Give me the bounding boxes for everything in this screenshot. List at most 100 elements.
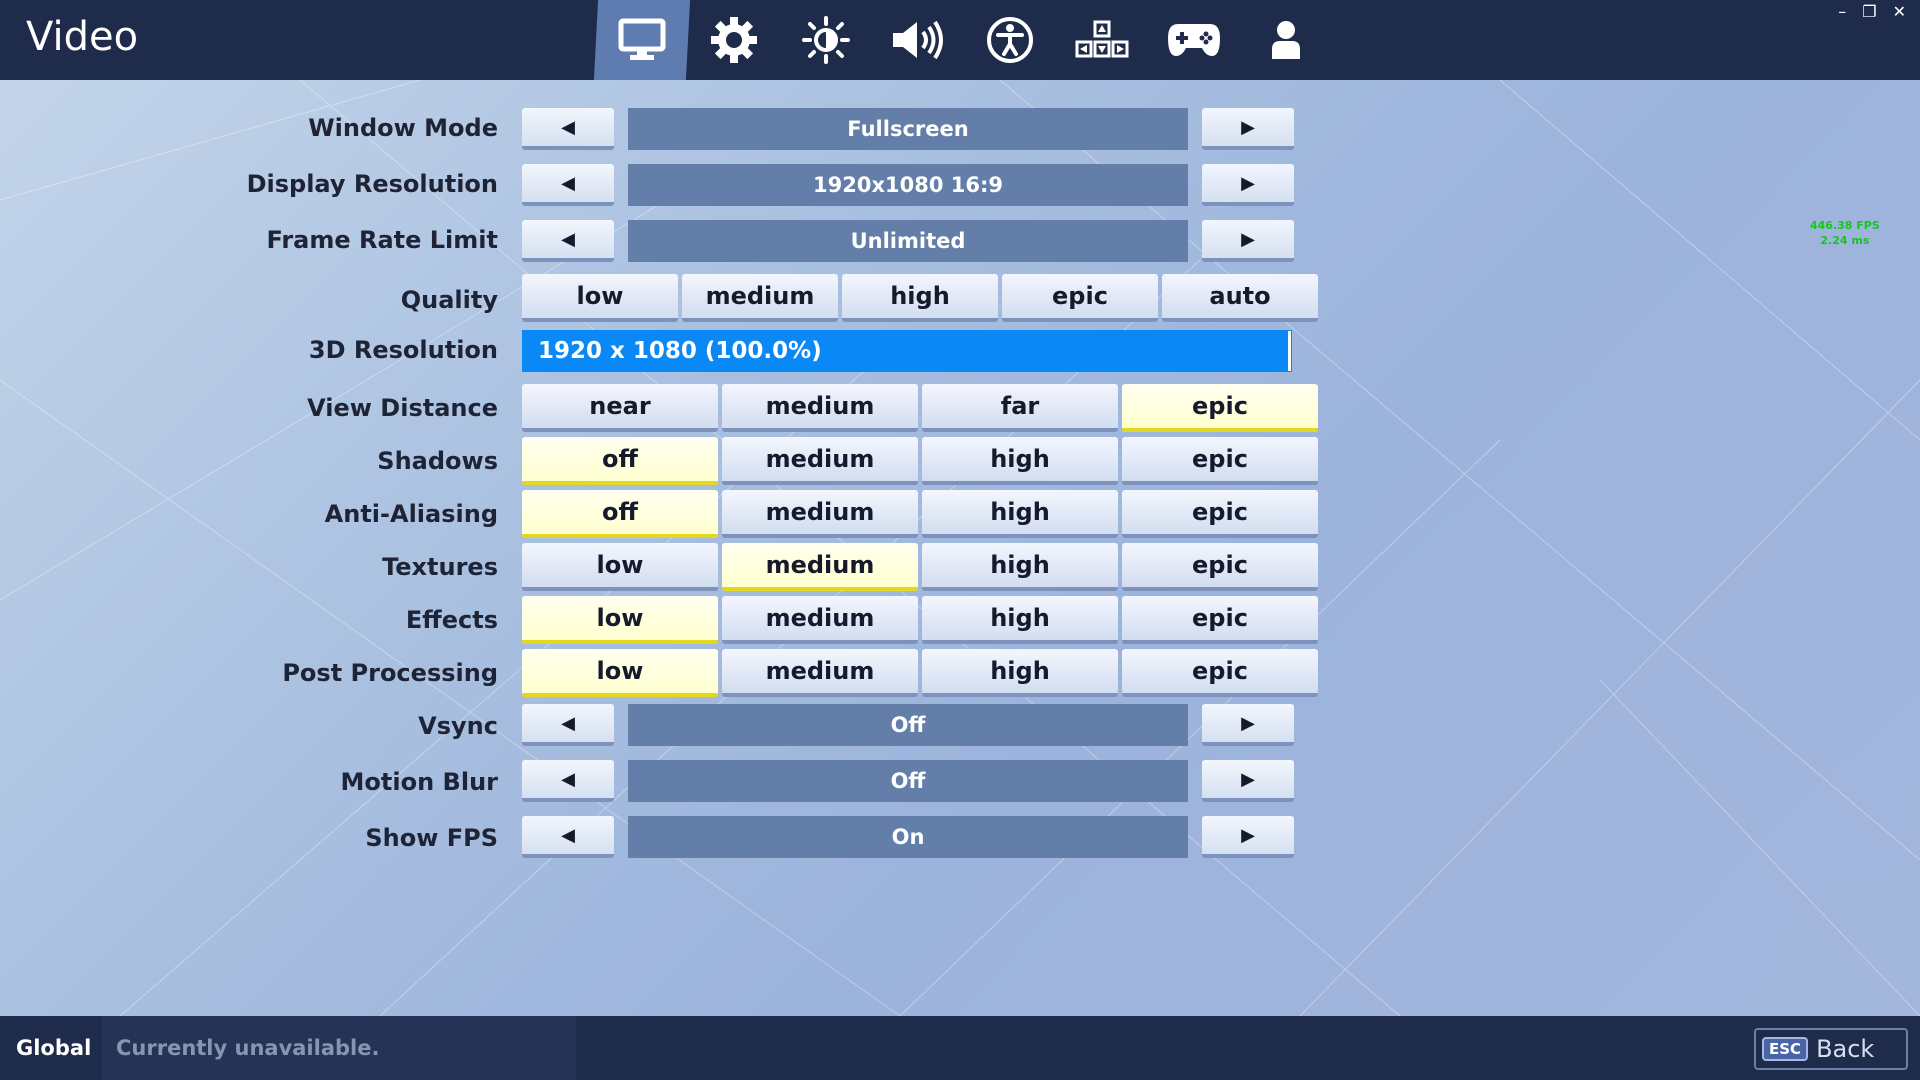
3d-resolution-value: 1920 x 1080 (100.0%): [538, 338, 822, 364]
status-message: Currently unavailable.: [102, 1016, 576, 1080]
tab-video[interactable]: [593, 0, 691, 80]
post-processing-option-high[interactable]: high: [922, 649, 1118, 697]
textures-options: low medium high epic: [522, 543, 1318, 591]
tab-brightness[interactable]: [780, 0, 872, 80]
post-processing-option-low[interactable]: low: [522, 649, 718, 697]
frame-rate-limit-prev-button[interactable]: ◀: [522, 220, 614, 262]
account-icon: [1272, 21, 1300, 59]
speaker-icon: [893, 20, 943, 60]
settings-tabs: [593, 0, 1332, 80]
3d-resolution-slider-handle[interactable]: [1288, 331, 1291, 371]
setting-label: Shadows: [377, 447, 498, 475]
setting-label: Window Mode: [308, 114, 498, 142]
effects-option-low[interactable]: low: [522, 596, 718, 644]
fps-value: 446.38 FPS: [1810, 219, 1880, 232]
input-keys-icon: [1075, 20, 1129, 58]
view-distance-option-far[interactable]: far: [922, 384, 1118, 432]
vsync-next-button[interactable]: ▶: [1202, 704, 1294, 746]
back-button[interactable]: ESC Back: [1754, 1028, 1908, 1070]
3d-resolution-slider[interactable]: 1920 x 1080 (100.0%): [522, 330, 1292, 372]
view-distance-option-near[interactable]: near: [522, 384, 718, 432]
monitor-icon: [618, 18, 666, 60]
setting-label: Motion Blur: [340, 768, 498, 796]
setting-label: Textures: [382, 553, 498, 581]
textures-option-medium[interactable]: medium: [722, 543, 918, 591]
tab-game[interactable]: [688, 0, 780, 80]
tab-accessibility[interactable]: [964, 0, 1056, 80]
fps-counter: 446.38 FPS 2.24 ms: [1810, 218, 1880, 248]
page-title: Video: [26, 14, 139, 60]
window-mode-next-button[interactable]: ▶: [1202, 108, 1294, 150]
motion-blur-prev-button[interactable]: ◀: [522, 760, 614, 802]
tab-account[interactable]: [1240, 0, 1332, 80]
brightness-icon: [802, 16, 850, 64]
esc-key-icon: ESC: [1762, 1037, 1809, 1061]
shadows-option-off[interactable]: off: [522, 437, 718, 485]
minimize-icon[interactable]: –: [1838, 2, 1846, 21]
setting-label: Effects: [405, 606, 498, 634]
back-label: Back: [1816, 1035, 1875, 1063]
restore-icon[interactable]: ❐: [1862, 2, 1876, 21]
show-fps-prev-button[interactable]: ◀: [522, 816, 614, 858]
top-bar: Video – ❐ ✕: [0, 0, 1920, 80]
window-mode-value[interactable]: Fullscreen: [628, 108, 1188, 150]
post-processing-option-medium[interactable]: medium: [722, 649, 918, 697]
scope-label: Global: [16, 1036, 92, 1060]
setting-label: Frame Rate Limit: [266, 226, 498, 254]
vsync-value[interactable]: Off: [628, 704, 1188, 746]
effects-option-high[interactable]: high: [922, 596, 1118, 644]
show-fps-next-button[interactable]: ▶: [1202, 816, 1294, 858]
quality-option-epic[interactable]: epic: [1002, 274, 1158, 322]
setting-label: Show FPS: [365, 824, 498, 852]
motion-blur-next-button[interactable]: ▶: [1202, 760, 1294, 802]
anti-aliasing-option-medium[interactable]: medium: [722, 490, 918, 538]
quality-option-medium[interactable]: medium: [682, 274, 838, 322]
status-text: Currently unavailable.: [116, 1036, 380, 1060]
vsync-prev-button[interactable]: ◀: [522, 704, 614, 746]
textures-option-epic[interactable]: epic: [1122, 543, 1318, 591]
frame-time-value: 2.24 ms: [1820, 234, 1870, 247]
tab-audio[interactable]: [872, 0, 964, 80]
setting-label: Vsync: [418, 712, 498, 740]
anti-aliasing-options: off medium high epic: [522, 490, 1318, 538]
motion-blur-value[interactable]: Off: [628, 760, 1188, 802]
window-controls: – ❐ ✕: [1838, 2, 1906, 21]
bottom-bar: Global Currently unavailable. ESC Back: [0, 1016, 1920, 1080]
view-distance-options: near medium far epic: [522, 384, 1318, 432]
setting-label: Display Resolution: [246, 170, 498, 198]
window-mode-prev-button[interactable]: ◀: [522, 108, 614, 150]
shadows-option-medium[interactable]: medium: [722, 437, 918, 485]
post-processing-options: low medium high epic: [522, 649, 1318, 697]
anti-aliasing-option-high[interactable]: high: [922, 490, 1118, 538]
shadows-option-high[interactable]: high: [922, 437, 1118, 485]
close-icon[interactable]: ✕: [1893, 2, 1906, 21]
effects-option-epic[interactable]: epic: [1122, 596, 1318, 644]
textures-option-high[interactable]: high: [922, 543, 1118, 591]
anti-aliasing-option-off[interactable]: off: [522, 490, 718, 538]
effects-options: low medium high epic: [522, 596, 1318, 644]
frame-rate-limit-value[interactable]: Unlimited: [628, 220, 1188, 262]
tab-input[interactable]: [1056, 0, 1148, 80]
quality-option-low[interactable]: low: [522, 274, 678, 322]
view-distance-option-epic[interactable]: epic: [1122, 384, 1318, 432]
gear-icon: [711, 17, 757, 63]
tab-controller[interactable]: [1148, 0, 1240, 80]
display-resolution-prev-button[interactable]: ◀: [522, 164, 614, 206]
quality-options: low medium high epic auto: [522, 274, 1318, 322]
accessibility-icon: [987, 17, 1033, 63]
gamepad-icon: [1168, 24, 1220, 56]
display-resolution-next-button[interactable]: ▶: [1202, 164, 1294, 206]
view-distance-option-medium[interactable]: medium: [722, 384, 918, 432]
quality-option-auto[interactable]: auto: [1162, 274, 1318, 322]
quality-option-high[interactable]: high: [842, 274, 998, 322]
textures-option-low[interactable]: low: [522, 543, 718, 591]
frame-rate-limit-next-button[interactable]: ▶: [1202, 220, 1294, 262]
shadows-option-epic[interactable]: epic: [1122, 437, 1318, 485]
setting-label: Quality: [400, 286, 498, 314]
post-processing-option-epic[interactable]: epic: [1122, 649, 1318, 697]
show-fps-value[interactable]: On: [628, 816, 1188, 858]
display-resolution-value[interactable]: 1920x1080 16:9: [628, 164, 1188, 206]
effects-option-medium[interactable]: medium: [722, 596, 918, 644]
setting-label: Post Processing: [282, 659, 498, 687]
anti-aliasing-option-epic[interactable]: epic: [1122, 490, 1318, 538]
